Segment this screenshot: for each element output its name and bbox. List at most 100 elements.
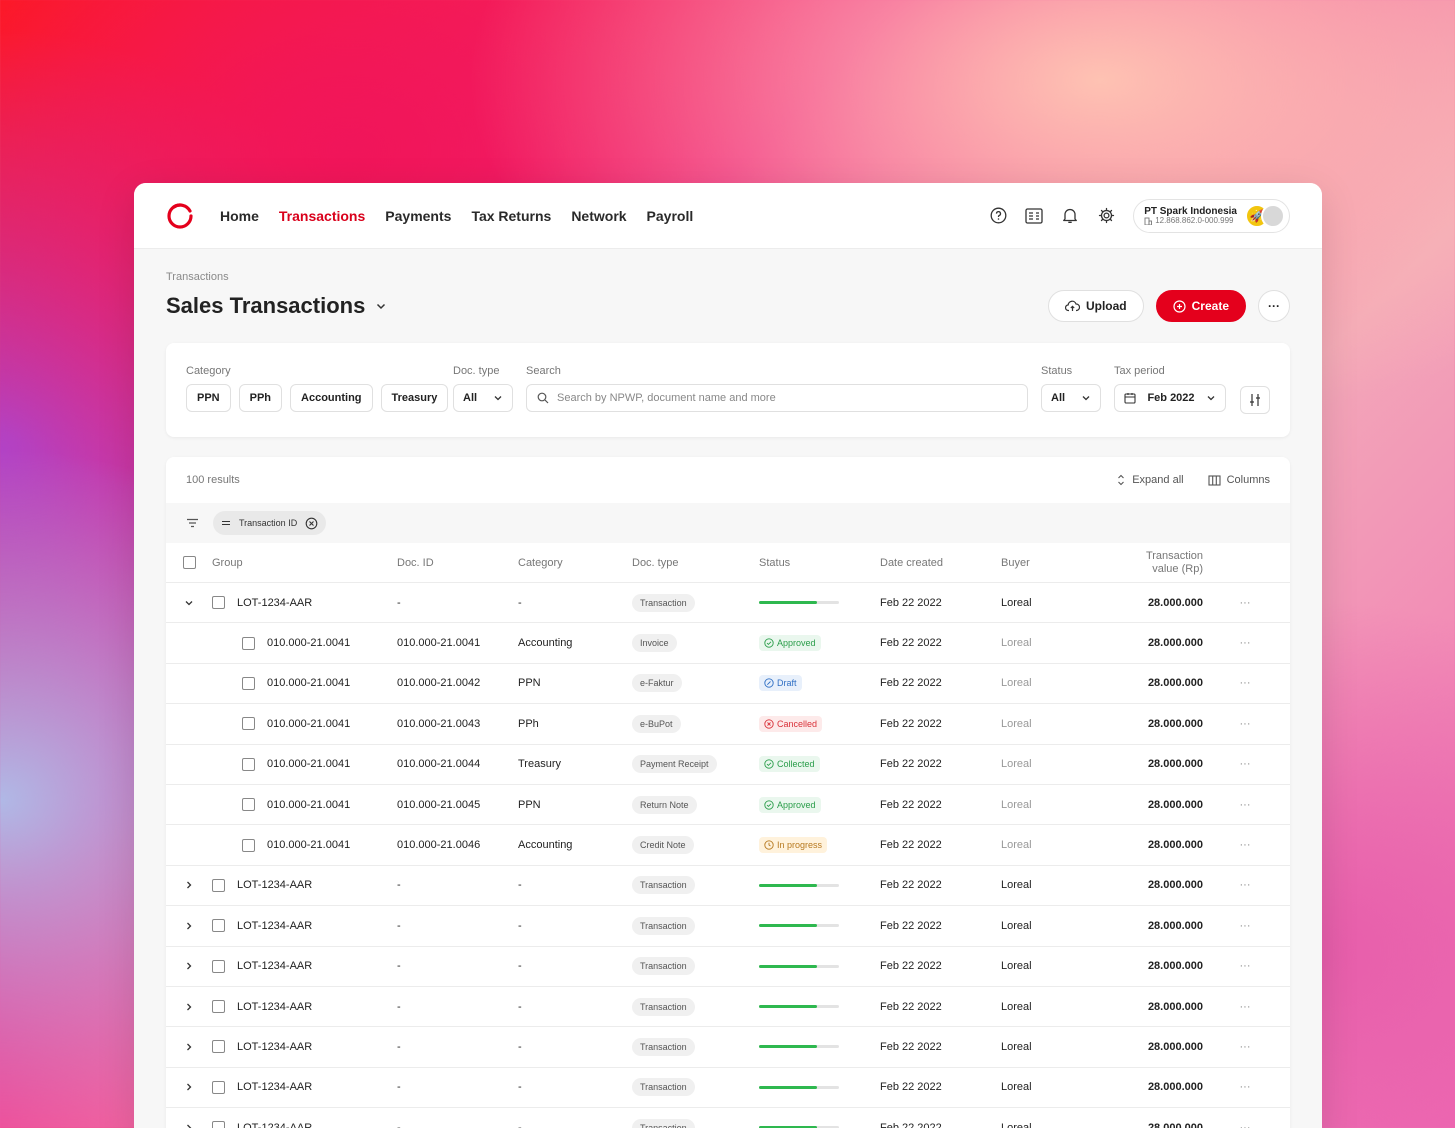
category-cell: PPN bbox=[518, 798, 541, 811]
row-more-icon[interactable]: ··· bbox=[1203, 718, 1287, 730]
help-icon[interactable] bbox=[989, 207, 1007, 225]
row-checkbox[interactable] bbox=[212, 1080, 225, 1094]
row-more-icon[interactable]: ··· bbox=[1203, 1122, 1287, 1128]
row-checkbox[interactable] bbox=[212, 959, 225, 973]
group-row[interactable]: LOT-1234-AAR - - Transaction Feb 22 2022 Lore… bbox=[166, 1027, 1290, 1068]
nav-payments[interactable]: Payments bbox=[385, 208, 451, 224]
row-checkbox[interactable] bbox=[242, 757, 255, 771]
row-checkbox[interactable] bbox=[242, 798, 255, 812]
brand-logo[interactable] bbox=[166, 202, 194, 230]
doctype-select[interactable]: All bbox=[453, 384, 513, 412]
chevron-right-icon[interactable] bbox=[184, 961, 194, 971]
chip-ppn[interactable]: PPN bbox=[186, 384, 231, 412]
gear-icon[interactable] bbox=[1097, 207, 1115, 225]
chevron-right-icon[interactable] bbox=[184, 1042, 194, 1052]
row-checkbox[interactable] bbox=[212, 1040, 225, 1054]
chevron-down-icon[interactable] bbox=[375, 300, 387, 312]
group-cell: LOT-1234-AAR bbox=[212, 1121, 397, 1128]
group-row[interactable]: LOT-1234-AAR - - Transaction Feb 22 2022 Lore… bbox=[166, 1068, 1290, 1109]
columns-button[interactable]: Columns bbox=[1208, 474, 1270, 486]
row-checkbox[interactable] bbox=[212, 919, 225, 933]
select-all-checkbox[interactable] bbox=[182, 556, 196, 569]
group-row[interactable]: LOT-1234-AAR - - Transaction Feb 22 2022 Lore… bbox=[166, 906, 1290, 947]
group-row[interactable]: LOT-1234-AAR - - Transaction Feb 22 2022 Lore… bbox=[166, 947, 1290, 987]
row-more-icon[interactable]: ··· bbox=[1203, 758, 1287, 770]
create-button[interactable]: Create bbox=[1155, 290, 1246, 322]
header-buyer[interactable]: Buyer bbox=[1001, 557, 1101, 569]
row-more-icon[interactable]: ··· bbox=[1203, 677, 1287, 689]
upload-button[interactable]: Upload bbox=[1047, 290, 1144, 322]
chip-pph[interactable]: PPh bbox=[238, 384, 283, 412]
chip-accounting[interactable]: Accounting bbox=[290, 384, 373, 412]
row-checkbox[interactable] bbox=[212, 1121, 225, 1128]
row-checkbox[interactable] bbox=[212, 1000, 225, 1014]
chevron-down-icon[interactable] bbox=[184, 598, 194, 608]
header-date-created[interactable]: Date created bbox=[880, 557, 1001, 569]
search-input[interactable]: Search by NPWP, document name and more bbox=[526, 384, 1028, 412]
chip-treasury[interactable]: Treasury bbox=[380, 384, 449, 412]
row-more-icon[interactable]: ··· bbox=[1203, 920, 1287, 932]
row-checkbox[interactable] bbox=[242, 676, 255, 690]
account-switcher[interactable]: PT Spark Indonesia 12.868.862.0-000.999 … bbox=[1133, 198, 1290, 233]
doc-id-cell: - bbox=[397, 1121, 401, 1128]
filter-icon[interactable] bbox=[186, 518, 199, 528]
document-row[interactable]: 010.000-21.0041 010.000-21.0046 Accounting… bbox=[166, 825, 1290, 866]
document-row[interactable]: 010.000-21.0041 010.000-21.0042 PPN e-Faktu… bbox=[166, 664, 1290, 705]
header-status[interactable]: Status bbox=[759, 557, 880, 569]
expand-cell bbox=[166, 1123, 212, 1128]
nav-home[interactable]: Home bbox=[220, 208, 259, 224]
account-name: PT Spark Indonesia bbox=[1144, 205, 1237, 217]
row-more-icon[interactable]: ··· bbox=[1203, 879, 1287, 891]
active-filters-bar: Transaction ID bbox=[166, 503, 1290, 543]
row-checkbox[interactable] bbox=[242, 838, 255, 852]
row-more-icon[interactable]: ··· bbox=[1203, 1081, 1287, 1093]
more-actions-button[interactable]: ··· bbox=[1258, 290, 1290, 322]
header-doc-id[interactable]: Doc. ID bbox=[397, 557, 518, 569]
row-checkbox[interactable] bbox=[212, 878, 225, 892]
nav-tax-returns[interactable]: Tax Returns bbox=[471, 208, 551, 224]
row-more-icon[interactable]: ··· bbox=[1203, 597, 1287, 609]
document-row[interactable]: 010.000-21.0041 010.000-21.0043 PPh e-BuPot… bbox=[166, 704, 1290, 745]
tax-period-select[interactable]: Feb 2022 bbox=[1114, 384, 1226, 412]
document-row[interactable]: 010.000-21.0041 010.000-21.0044 Treasury Pa… bbox=[166, 745, 1290, 785]
status-select[interactable]: All bbox=[1041, 384, 1101, 412]
row-checkbox[interactable] bbox=[242, 717, 255, 731]
remove-filter-icon[interactable] bbox=[305, 517, 318, 530]
nav-network[interactable]: Network bbox=[571, 208, 626, 224]
document-icon[interactable] bbox=[1025, 207, 1043, 225]
expand-all-button[interactable]: Expand all bbox=[1116, 474, 1184, 486]
row-more-icon[interactable]: ··· bbox=[1203, 1001, 1287, 1013]
row-checkbox[interactable] bbox=[242, 636, 255, 650]
chevron-right-icon[interactable] bbox=[184, 921, 194, 931]
row-more-icon[interactable]: ··· bbox=[1203, 960, 1287, 972]
chevron-right-icon[interactable] bbox=[184, 1082, 194, 1092]
row-more-icon[interactable]: ··· bbox=[1203, 1041, 1287, 1053]
search-label: Search bbox=[526, 365, 561, 377]
row-checkbox[interactable] bbox=[212, 596, 225, 610]
document-row[interactable]: 010.000-21.0041 010.000-21.0045 PPN Return … bbox=[166, 785, 1290, 826]
chevron-right-icon[interactable] bbox=[184, 1123, 194, 1128]
row-more-icon[interactable]: ··· bbox=[1203, 637, 1287, 649]
header-group[interactable]: Group bbox=[212, 557, 397, 569]
avatar-group: 🚀 bbox=[1245, 203, 1285, 228]
results-count: 100 results bbox=[186, 474, 240, 486]
filter-tag-transaction-id[interactable]: Transaction ID bbox=[213, 511, 327, 535]
advanced-filter-button[interactable] bbox=[1240, 386, 1270, 414]
bell-icon[interactable] bbox=[1061, 207, 1079, 225]
chevron-right-icon[interactable] bbox=[184, 880, 194, 890]
group-row[interactable]: LOT-1234-AAR - - Transaction Feb 22 2022 Lore… bbox=[166, 1108, 1290, 1128]
nav-transactions[interactable]: Transactions bbox=[279, 208, 365, 224]
document-row[interactable]: 010.000-21.0041 010.000-21.0041 Accounting… bbox=[166, 623, 1290, 664]
group-row[interactable]: LOT-1234-AAR - - Transaction Feb 22 2022 Lore… bbox=[166, 866, 1290, 907]
header-doc-type[interactable]: Doc. type bbox=[632, 557, 759, 569]
row-more-icon[interactable]: ··· bbox=[1203, 799, 1287, 811]
header-transaction-value[interactable]: Transaction value (Rp) bbox=[1101, 550, 1203, 575]
group-row[interactable]: LOT-1234-AAR - - Transaction Feb 22 2022 Lore… bbox=[166, 987, 1290, 1028]
row-more-icon[interactable]: ··· bbox=[1203, 839, 1287, 851]
group-row[interactable]: LOT-1234-AAR - - Transaction Feb 22 2022 Lore… bbox=[166, 583, 1290, 624]
nav-right: PT Spark Indonesia 12.868.862.0-000.999 … bbox=[989, 198, 1290, 233]
breadcrumb[interactable]: Transactions bbox=[166, 271, 1290, 283]
nav-payroll[interactable]: Payroll bbox=[647, 208, 694, 224]
chevron-right-icon[interactable] bbox=[184, 1002, 194, 1012]
header-category[interactable]: Category bbox=[518, 557, 632, 569]
